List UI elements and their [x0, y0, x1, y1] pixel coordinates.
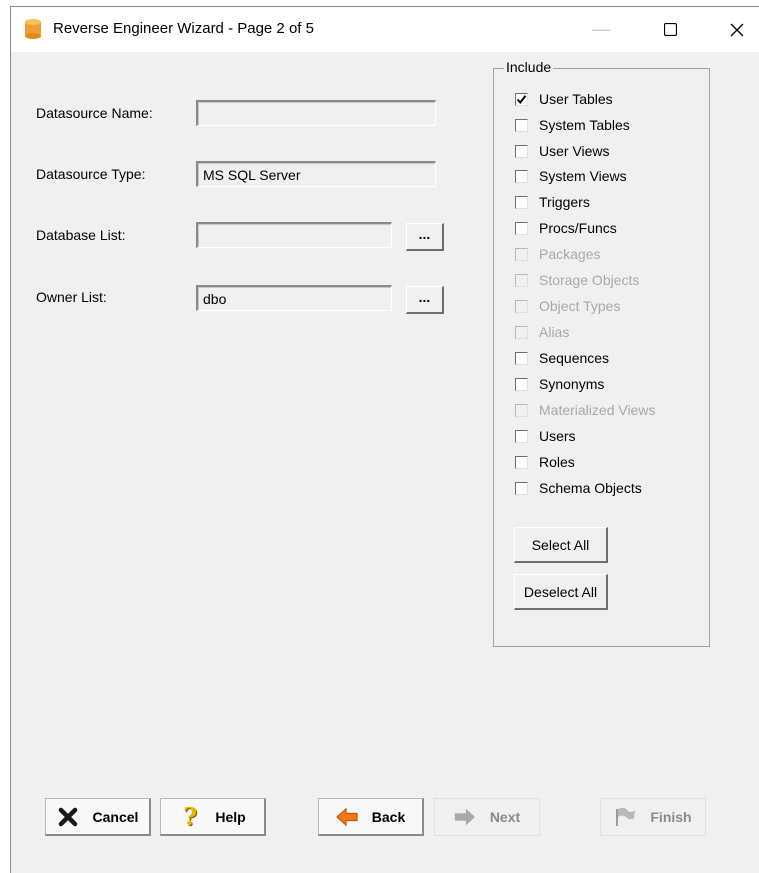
- finish-button: Finish: [600, 798, 706, 836]
- checkbox-label: User Views: [539, 143, 610, 159]
- owner-list-field[interactable]: dbo: [196, 285, 392, 311]
- checkbox-label: Sequences: [539, 350, 610, 366]
- checkbox-triggers[interactable]: Triggers: [515, 192, 590, 212]
- checkbox-system-views[interactable]: System Views: [515, 166, 627, 186]
- checkbox-user-tables[interactable]: User Tables: [515, 89, 613, 109]
- checkbox-label: Roles: [539, 454, 575, 470]
- cancel-label: Cancel: [92, 808, 139, 825]
- checkbox-box[interactable]: [515, 169, 528, 183]
- checkbox-box: [515, 325, 528, 339]
- checkbox-user-views[interactable]: User Views: [515, 141, 610, 161]
- checkbox-roles[interactable]: Roles: [515, 452, 575, 472]
- checkbox-label: System Views: [539, 168, 627, 184]
- checkbox-sequences[interactable]: Sequences: [515, 348, 609, 368]
- datasource-type-field[interactable]: MS SQL Server: [196, 161, 436, 187]
- checkbox-label: Synonyms: [539, 376, 605, 392]
- checkbox-object-types: Object Types: [515, 296, 620, 316]
- checkbox-users[interactable]: Users: [515, 426, 576, 446]
- datasource-name-field[interactable]: [196, 100, 436, 126]
- checkbox-box: [515, 299, 528, 313]
- next-arrow-icon: [454, 806, 476, 828]
- owner-list-browse-button[interactable]: ...: [406, 286, 444, 314]
- datasource-type-label: Datasource Type:: [36, 166, 146, 182]
- next-label: Next: [489, 809, 521, 825]
- database-list-field[interactable]: [196, 222, 392, 248]
- checkbox-box[interactable]: [515, 144, 528, 158]
- wizard-window: Reverse Engineer Wizard - Page 2 of 5 — …: [10, 6, 759, 873]
- checkbox-alias: Alias: [515, 322, 569, 342]
- datasource-name-label: Datasource Name:: [36, 105, 153, 121]
- maximize-button[interactable]: [647, 7, 693, 52]
- maximize-icon: [663, 23, 677, 36]
- owner-list-label: Owner List:: [36, 289, 107, 305]
- finish-flag-icon: [614, 806, 636, 828]
- cancel-x-icon: [57, 806, 79, 828]
- checkbox-label: Materialized Views: [539, 402, 656, 418]
- checkbox-box[interactable]: [515, 481, 528, 495]
- checkbox-label: Triggers: [539, 194, 590, 210]
- checkbox-label: Object Types: [539, 298, 621, 314]
- back-arrow-icon: [335, 806, 358, 828]
- cancel-button[interactable]: Cancel: [45, 798, 151, 836]
- select-all-button[interactable]: Select All: [514, 527, 608, 563]
- help-label: Help: [215, 808, 246, 825]
- checkbox-box: [515, 403, 528, 417]
- checkbox-box: [515, 247, 528, 261]
- include-group-title: Include: [504, 59, 554, 75]
- close-icon: [730, 23, 744, 36]
- back-label: Back: [371, 808, 406, 825]
- window-title: Reverse Engineer Wizard - Page 2 of 5: [53, 20, 314, 37]
- checkbox-packages: Packages: [515, 244, 600, 264]
- help-button[interactable]: ? Help: [160, 798, 266, 836]
- checkbox-box[interactable]: [515, 92, 528, 106]
- checkbox-system-tables[interactable]: System Tables: [515, 115, 630, 135]
- checkbox-label: Alias: [539, 324, 570, 340]
- checkbox-synonyms[interactable]: Synonyms: [515, 374, 604, 394]
- minimize-icon: —: [592, 19, 610, 39]
- checkbox-box[interactable]: [515, 195, 528, 209]
- checkbox-box[interactable]: [515, 351, 528, 365]
- back-button[interactable]: Back: [318, 798, 424, 836]
- checkbox-label: System Tables: [539, 117, 630, 133]
- database-list-browse-button[interactable]: ...: [406, 223, 444, 251]
- close-button[interactable]: [714, 7, 759, 52]
- checkbox-label: Schema Objects: [539, 480, 642, 496]
- checkbox-procs-funcs[interactable]: Procs/Funcs: [515, 218, 617, 238]
- next-button: Next: [434, 798, 540, 836]
- checkbox-box: [515, 273, 528, 287]
- help-question-icon: ?: [183, 802, 198, 831]
- finish-label: Finish: [650, 809, 692, 825]
- checkmark-icon: [516, 94, 527, 104]
- checkbox-label: Packages: [539, 246, 601, 262]
- checkbox-box[interactable]: [515, 377, 528, 391]
- deselect-all-button[interactable]: Deselect All: [514, 574, 608, 610]
- checkbox-label: Users: [539, 428, 576, 444]
- title-bar: Reverse Engineer Wizard - Page 2 of 5 —: [11, 7, 759, 52]
- checkbox-schema-objects[interactable]: Schema Objects: [515, 478, 642, 498]
- checkbox-box[interactable]: [515, 455, 528, 469]
- checkbox-label: Storage Objects: [539, 272, 640, 288]
- database-cylinder-icon: [25, 19, 41, 39]
- checkbox-box[interactable]: [515, 429, 528, 443]
- database-list-label: Database List:: [36, 227, 126, 243]
- checkbox-box[interactable]: [515, 118, 528, 132]
- checkbox-storage-objects: Storage Objects: [515, 270, 639, 290]
- checkbox-box[interactable]: [515, 221, 528, 235]
- checkbox-label: Procs/Funcs: [539, 220, 617, 236]
- checkbox-materialized-views: Materialized Views: [515, 400, 655, 420]
- minimize-button[interactable]: —: [578, 7, 624, 52]
- checkbox-label: User Tables: [539, 91, 613, 107]
